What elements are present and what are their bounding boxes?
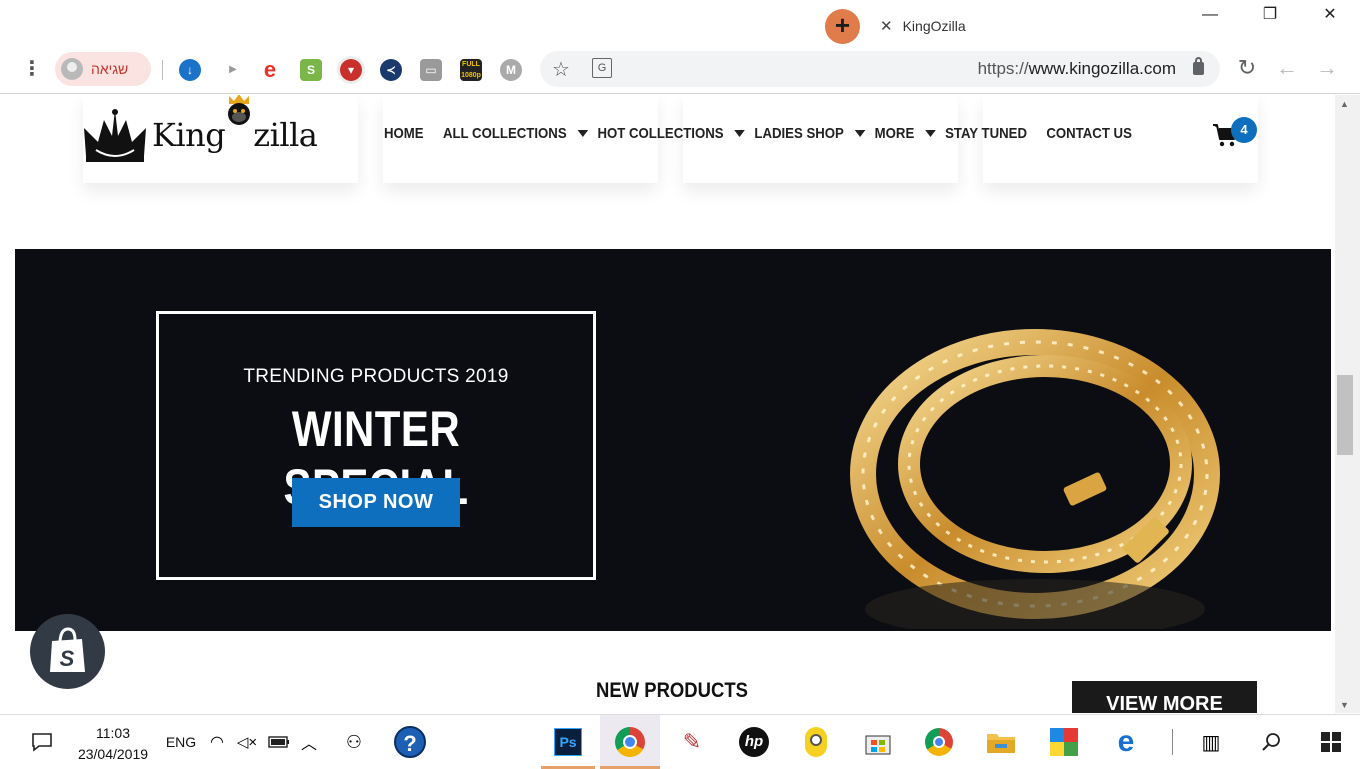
wifi-icon[interactable]: ◠ (206, 715, 228, 769)
site-header: King zilla HOME ALL COLLECTIONS HOT COLL… (0, 95, 1335, 175)
svg-text:S: S (60, 646, 75, 671)
restore-button[interactable]: ❐ (1240, 0, 1300, 32)
puzzle-icon[interactable] (1044, 715, 1084, 769)
share-icon[interactable]: ≺ (380, 59, 402, 81)
m-icon[interactable]: M (500, 59, 522, 81)
avatar-icon (61, 58, 83, 80)
clock-date: 23/04/2019 (77, 746, 149, 762)
cast-icon[interactable]: ▭ (420, 59, 442, 81)
photoshop-icon[interactable]: Ps (548, 715, 588, 769)
scroll-down-icon[interactable]: ▼ (1340, 700, 1349, 710)
syringe-icon[interactable]: ✎ (672, 715, 712, 769)
start-icon[interactable] (1316, 715, 1346, 769)
page-scrollbar[interactable]: ▲ ▼ (1335, 95, 1360, 713)
translate-icon[interactable]: G (592, 58, 612, 78)
shop-now-button[interactable]: SHOP NOW (292, 478, 460, 527)
nav-contact-us[interactable]: CONTACT US (1046, 125, 1132, 142)
chrome-icon[interactable] (918, 715, 960, 769)
windows-taskbar: 11:03 23/04/2019 ENG ◠ ◁× ︿ ⚇ ? Ps ✎ hp (0, 714, 1360, 769)
browser-toolbar: ⋮ שגיאה ↓ ▶ e S ▾ ≺ ▭ FULL 1080p M ☆ G ht… (0, 48, 1360, 94)
close-window-button[interactable]: ✕ (1300, 0, 1360, 32)
chevron-down-icon[interactable] (577, 130, 588, 137)
nav-ladies-shop[interactable]: LADIES SHOP (754, 125, 843, 142)
nav-hot-collections[interactable]: HOT COLLECTIONS (597, 125, 723, 142)
hero-subtitle: TRENDING PRODUCTS 2019 (243, 366, 509, 387)
chrome-profile-icon[interactable] (610, 715, 650, 769)
main-nav: HOME ALL COLLECTIONS HOT COLLECTIONS LAD… (384, 125, 1151, 142)
task-view-icon[interactable]: ▥ (1196, 715, 1226, 769)
clock-time: 11:03 (96, 725, 130, 741)
bookmark-star-icon[interactable]: ☆ (552, 57, 570, 82)
hd-1080p-icon[interactable]: FULL 1080p (460, 59, 482, 81)
close-tab-icon[interactable]: ✕ (880, 17, 893, 35)
hero-banner[interactable]: TRENDING PRODUCTS 2019 WINTER SPECIAL SH… (15, 249, 1331, 631)
shopify-bag-icon: S (50, 627, 85, 672)
chevron-down-icon[interactable] (924, 130, 936, 137)
play-icon[interactable]: ▶ (222, 59, 244, 81)
nav-more[interactable]: MORE (875, 125, 915, 142)
battery-icon[interactable] (266, 715, 292, 769)
nav-stay-tuned[interactable]: STAY TUNED (945, 125, 1027, 142)
new-products-heading: NEW PRODUCTS (596, 679, 748, 702)
reload-icon[interactable]: ↻ (1234, 56, 1260, 82)
logo-text: King zilla (152, 95, 318, 154)
web-page: King zilla HOME ALL COLLECTIONS HOT COLL… (0, 95, 1335, 713)
nav-all-collections[interactable]: ALL COLLECTIONS (443, 125, 567, 142)
chevron-down-icon[interactable] (734, 130, 745, 137)
taskbar-clock[interactable]: 11:03 23/04/2019 (68, 723, 158, 765)
browser-tab[interactable]: ✕ KingOzilla (880, 14, 966, 38)
chevron-down-icon[interactable] (854, 130, 865, 137)
back-icon[interactable]: ← (1274, 56, 1300, 82)
language-indicator[interactable]: ENG (166, 734, 196, 750)
site-logo[interactable]: King zilla (82, 95, 318, 165)
cart-count-badge[interactable]: 4 (1231, 117, 1257, 143)
window-controls: — ❐ ✕ (1180, 0, 1360, 32)
search-icon[interactable] (1256, 715, 1286, 769)
help-icon[interactable]: ? (392, 715, 428, 769)
scroll-thumb[interactable] (1337, 375, 1353, 455)
action-center-icon[interactable] (22, 715, 62, 769)
gold-chain-image (850, 329, 1220, 629)
minion-icon[interactable] (796, 715, 836, 769)
shield-icon[interactable]: ▾ (340, 59, 362, 81)
browser-titlebar: + ✕ KingOzilla — ❐ ✕ (0, 0, 1360, 48)
address-bar[interactable]: ☆ G https://www.kingozilla.com (540, 51, 1220, 87)
download-icon[interactable]: ↓ (179, 59, 201, 81)
minimize-button[interactable]: — (1180, 0, 1240, 32)
file-explorer-icon[interactable] (980, 715, 1022, 769)
url-text[interactable]: https://www.kingozilla.com (978, 59, 1176, 79)
hero-text-box: TRENDING PRODUCTS 2019 WINTER SPECIAL SH… (156, 311, 596, 580)
shopify-icon[interactable]: S (300, 59, 322, 81)
store-icon[interactable] (858, 715, 898, 769)
new-tab-button[interactable]: + (825, 9, 860, 44)
tab-title: KingOzilla (902, 18, 966, 34)
view-more-button[interactable]: VIEW MORE (1072, 681, 1257, 713)
e-icon[interactable]: e (259, 59, 281, 81)
nav-home[interactable]: HOME (384, 125, 424, 142)
gorilla-crown-icon (228, 95, 251, 125)
toolbar-divider (162, 60, 163, 80)
profile-button[interactable]: שגיאה (55, 52, 151, 86)
browser-menu-icon[interactable]: ⋮ (22, 58, 42, 82)
forward-icon[interactable]: → (1314, 56, 1340, 82)
scroll-up-icon[interactable]: ▲ (1340, 99, 1349, 109)
edge-icon[interactable]: e (1106, 715, 1146, 769)
people-icon[interactable]: ⚇ (340, 715, 368, 769)
profile-label: שגיאה (91, 61, 129, 77)
hp-icon[interactable]: hp (734, 715, 774, 769)
mute-icon[interactable]: ◁× (234, 715, 260, 769)
lock-icon[interactable] (1193, 57, 1204, 75)
shopify-badge[interactable]: S (30, 614, 105, 689)
chevron-up-icon[interactable]: ︿ (298, 715, 320, 769)
crown-icon (84, 109, 146, 162)
